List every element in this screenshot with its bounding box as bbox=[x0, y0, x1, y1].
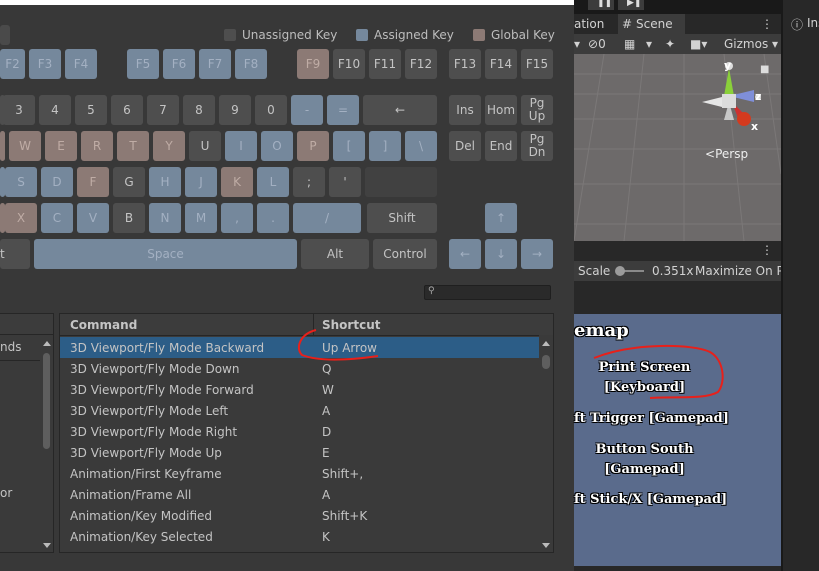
info-icon: ⓘ bbox=[791, 18, 804, 32]
tab-scene-label: Scene bbox=[636, 17, 673, 31]
play-toolbar: ❚❚ ▶❚ bbox=[574, 0, 781, 14]
visibility-toggle[interactable]: ⊘0 bbox=[588, 37, 606, 51]
axis-x-label: x bbox=[751, 120, 759, 133]
game-view[interactable]: emap Print Screen [Keyboard] ft Trigger … bbox=[574, 314, 781, 566]
hidden-count: 0 bbox=[598, 37, 606, 51]
game-tab-bar: ⋮ bbox=[574, 241, 781, 261]
step-icon: ▶❚ bbox=[627, 0, 642, 8]
red-annotation-marks bbox=[297, 329, 379, 361]
scale-slider[interactable] bbox=[615, 266, 644, 276]
axis-z-label: z bbox=[755, 90, 762, 103]
camera-icon[interactable]: ■▾ bbox=[690, 37, 707, 51]
gizmos-label: Gizmos bbox=[724, 37, 769, 51]
tab-animation[interactable]: ation bbox=[574, 14, 604, 34]
maximize-on-play-toggle[interactable]: Maximize On P bbox=[695, 264, 784, 278]
game-menu-icon[interactable]: ⋮ bbox=[761, 243, 773, 257]
scene-viewport[interactable]: y z x ■ <Persp bbox=[574, 54, 781, 241]
projection-toggle[interactable]: <Persp bbox=[705, 147, 748, 161]
grid-icon[interactable]: ▦ bbox=[624, 37, 635, 51]
scale-value: 0.351x bbox=[652, 264, 694, 278]
dropdown-arrow-icon[interactable]: ▾ bbox=[646, 37, 652, 51]
persp-label: Persp bbox=[715, 147, 749, 161]
shortcuts-panel: Unassigned Key Assigned Key Global Key F… bbox=[0, 0, 574, 571]
scene-menu-icon[interactable]: ⋮ bbox=[761, 14, 773, 34]
tab-scene[interactable]: # Scene bbox=[618, 14, 685, 34]
tab-inspector[interactable]: Ins bbox=[807, 16, 819, 30]
step-button[interactable]: ▶❚ bbox=[618, 0, 644, 10]
scene-game-column: ❚❚ ▶❚ ation # Scene ⋮ ▾ ⊘0 ▦ ▾ ✦ ■▾ Gizm… bbox=[574, 0, 784, 571]
dropdown-arrow-icon[interactable]: ▾ bbox=[574, 37, 580, 51]
tools-icon[interactable]: ✦ bbox=[665, 37, 675, 51]
gizmos-dropdown[interactable]: Gizmos ▾ bbox=[724, 37, 778, 51]
inspector-panel: ⓘ Ins bbox=[781, 0, 819, 571]
axis-y-label: y bbox=[724, 59, 732, 72]
pause-button[interactable]: ❚❚ bbox=[588, 0, 614, 10]
scale-slider-handle[interactable] bbox=[615, 266, 625, 276]
scene-toolbar: ▾ ⊘0 ▦ ▾ ✦ ■▾ Gizmos ▾ bbox=[574, 34, 781, 54]
red-annotation-marks bbox=[593, 344, 724, 399]
scene-tab-icon: # bbox=[622, 17, 633, 31]
game-toolbar: Scale 0.351x Maximize On P bbox=[574, 261, 784, 281]
lock-icon[interactable]: ■ bbox=[760, 64, 769, 75]
scale-label: Scale bbox=[578, 264, 611, 278]
pause-icon: ❚❚ bbox=[597, 0, 613, 8]
